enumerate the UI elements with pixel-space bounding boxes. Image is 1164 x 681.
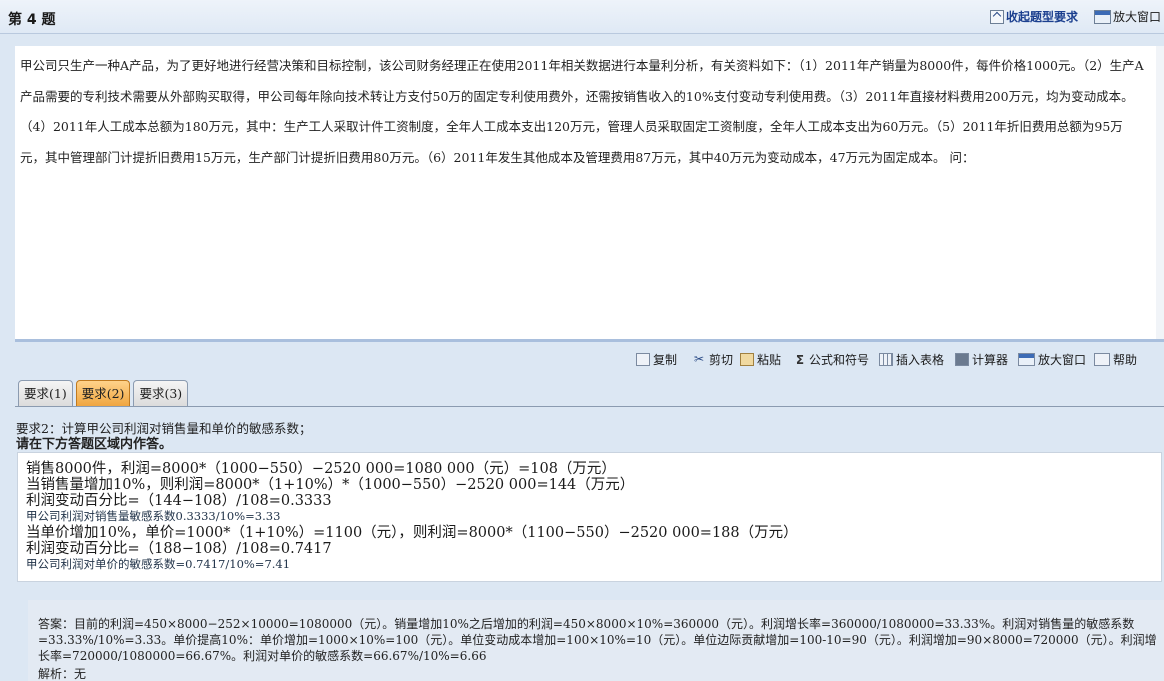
copy-icon [636,353,650,366]
answer-line: 甲公司利润对单价的敏感系数=0.7417/10%=7.41 [26,557,291,571]
header-enlarge-window-button[interactable]: 放大窗口 [1094,8,1161,25]
paste-icon [740,353,754,366]
table-icon [879,353,893,366]
cut-button[interactable]: ✂ 剪切 [692,351,733,368]
collapse-requirements-button[interactable]: 收起题型要求 [990,8,1078,25]
insert-table-button[interactable]: 插入表格 [879,351,944,368]
help-button[interactable]: 帮助 [1094,351,1137,368]
tab-requirement-1[interactable]: 要求(1) [18,380,73,406]
table-label: 插入表格 [896,353,945,367]
collapse-label: 收起题型要求 [1006,10,1079,24]
answer-instruction: 请在下方答题区域内作答。 [16,437,173,452]
reference-answer-panel: 答案：目前的利润=450×8000−252×10000=1080000（元）。销… [28,600,1164,681]
tab-requirement-3[interactable]: 要求(3) [133,380,189,406]
question-header: 第 4 题 收起题型要求 放大窗口 [0,0,1164,34]
calculator-label: 计算器 [972,353,1009,367]
scissors-icon: ✂ [693,352,705,366]
question-number: 第 4 题 [8,12,56,28]
help-icon [1094,353,1110,366]
collapse-icon [990,9,1004,24]
sigma-icon: Σ [795,352,805,367]
help-label: 帮助 [1113,353,1138,367]
question-text: 甲公司只生产一种A产品，为了更好地进行经营决策和目标控制，该公司财务经理正在使用… [20,58,1144,165]
tab-divider [15,406,1164,407]
formula-label: 公式和符号 [809,353,870,367]
tab-requirement-2[interactable]: 要求(2) [75,380,131,406]
requirement-tabs: 要求(1) 要求(2) 要求(3) [18,380,189,406]
answer-input[interactable]: 销售8000件，利润=8000*（1000−550）−2520 000=1080… [17,452,1162,582]
calculator-button[interactable]: 计算器 [955,351,1008,368]
answer-line: 利润变动百分比=（188−108）/108=0.7417 [26,541,332,557]
paste-label: 粘贴 [757,353,782,367]
question-panel: 甲公司只生产一种A产品，为了更好地进行经营决策和目标控制，该公司财务经理正在使用… [15,46,1164,342]
answer-line: 利润变动百分比=（144−108）/108=0.3333 [26,493,332,509]
window-icon [1018,353,1035,366]
copy-button[interactable]: 复制 [636,351,677,368]
toolbar-enlarge-label: 放大窗口 [1038,353,1087,367]
reference-answer: 答案：目前的利润=450×8000−252×10000=1080000（元）。销… [38,617,1157,663]
toolbar-enlarge-window-button[interactable]: 放大窗口 [1018,351,1086,368]
editor-toolbar: 复制 ✂ 剪切 粘贴 Σ 公式和符号 插入表格 计算器 放大窗口 帮助 [0,345,1164,373]
window-icon [1094,9,1111,24]
header-enlarge-label: 放大窗口 [1113,10,1162,24]
paste-button[interactable]: 粘贴 [740,351,781,368]
cut-label: 剪切 [709,353,734,367]
reference-analysis: 解析：无 [38,667,87,681]
copy-label: 复制 [653,353,678,367]
question-scrollbar[interactable] [1156,46,1164,339]
formula-button[interactable]: Σ 公式和符号 [794,351,869,368]
calculator-icon [955,353,969,366]
